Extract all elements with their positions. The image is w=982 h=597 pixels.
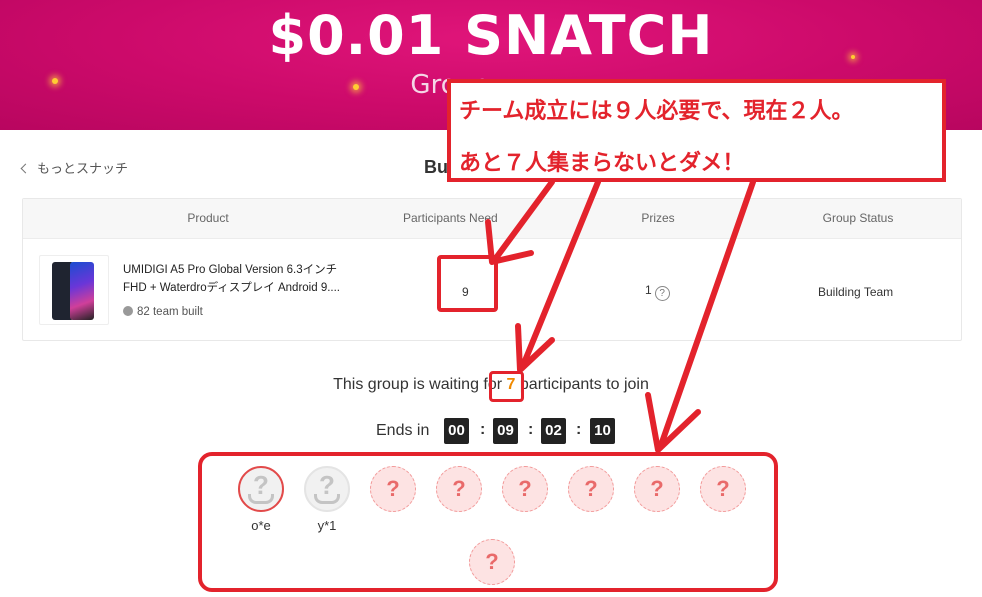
help-icon[interactable]: ?	[654, 286, 670, 301]
countdown-separator: :	[528, 421, 534, 438]
column-header-prizes: Prizes	[641, 211, 675, 225]
banner-title: $0.01 SNATCH	[268, 4, 714, 67]
team-built-count: 82 team built	[123, 306, 203, 318]
annotation-callout: チーム成立には９人必要で、現在２人。 あと７人集まらないとダメ！	[447, 79, 946, 182]
countdown-separator: :	[480, 421, 486, 438]
back-link[interactable]: もっとスナッチ	[20, 158, 129, 177]
countdown-label: Ends in	[376, 422, 430, 439]
prizes-cell: 1?	[645, 283, 670, 301]
annotation-highlight-need	[437, 255, 498, 312]
countdown-hours: 00	[444, 418, 469, 444]
column-header-product: Product	[187, 211, 229, 225]
chevron-left-icon	[20, 163, 31, 174]
product-image[interactable]	[39, 255, 109, 325]
annotation-highlight-count	[489, 371, 524, 402]
waiting-suffix: participants to join	[519, 376, 649, 393]
annotation-line-2: あと７人集まらないとダメ！	[459, 151, 745, 176]
countdown-minutes: 09	[493, 418, 518, 444]
column-header-participants: Participants Need	[403, 211, 498, 225]
countdown-seconds: 02	[541, 418, 566, 444]
page: $0.01 SNATCH Group もっとスナッチ Bu Product Pa…	[0, 0, 982, 597]
annotation-line-1: チーム成立には９人必要で、現在２人。	[459, 99, 854, 124]
user-group-icon	[123, 306, 133, 316]
table-header: Product Participants Need Prizes Group S…	[23, 199, 961, 239]
phone-front-image	[70, 262, 94, 320]
group-status-value: Building Team	[818, 285, 894, 299]
waiting-prefix: This group is waiting for	[333, 376, 503, 393]
product-name[interactable]: UMIDIGI A5 Pro Global Version 6.3インチ FHD…	[123, 261, 363, 297]
team-built-label: 82 team built	[137, 306, 203, 318]
countdown-separator: :	[576, 421, 582, 438]
back-link-label: もっとスナッチ	[37, 162, 129, 177]
annotation-highlight-slots	[198, 452, 778, 592]
column-header-status: Group Status	[822, 211, 894, 225]
page-heading: Bu	[424, 157, 448, 177]
countdown-centiseconds: 10	[590, 418, 615, 444]
prizes-value: 1	[645, 283, 652, 297]
arrow-head	[645, 392, 701, 453]
